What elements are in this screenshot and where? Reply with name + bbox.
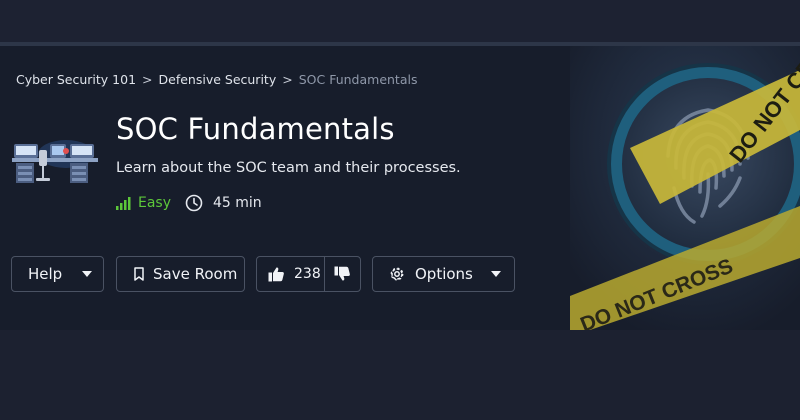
breadcrumb-separator: > bbox=[142, 72, 153, 87]
dislike-button[interactable] bbox=[325, 257, 360, 291]
bookmark-icon bbox=[134, 267, 144, 281]
duration-label: 45 min bbox=[213, 195, 262, 211]
fingerprint-magnifier-icon: DO NOT CROSS DO NOT CROSS bbox=[570, 46, 800, 330]
breadcrumb-cyber-security-101[interactable]: Cyber Security 101 bbox=[16, 72, 136, 87]
breadcrumb-defensive-security[interactable]: Defensive Security bbox=[159, 72, 277, 87]
room-meta: Easy 45 min bbox=[116, 194, 262, 212]
save-room-label: Save Room bbox=[153, 265, 238, 283]
page-title: SOC Fundamentals bbox=[116, 112, 395, 146]
breadcrumb-current: SOC Fundamentals bbox=[298, 72, 418, 87]
help-label: Help bbox=[28, 265, 63, 283]
difficulty-label: Easy bbox=[138, 195, 172, 211]
options-button[interactable]: Options bbox=[372, 256, 515, 292]
signal-bars-icon bbox=[116, 197, 131, 210]
thumbs-up-icon bbox=[268, 267, 284, 282]
save-room-button[interactable]: Save Room bbox=[116, 256, 245, 292]
vote-group: 238 bbox=[256, 256, 361, 292]
room-description: Learn about the SOC team and their proce… bbox=[116, 160, 461, 176]
chevron-down-icon bbox=[82, 271, 93, 277]
options-label: Options bbox=[415, 265, 473, 283]
chevron-down-icon bbox=[490, 271, 501, 277]
breadcrumb-separator: > bbox=[282, 72, 293, 87]
top-navigation-bar bbox=[0, 0, 800, 42]
thumbs-down-icon bbox=[334, 266, 350, 281]
like-count: 238 bbox=[294, 266, 321, 282]
clock-icon bbox=[185, 194, 203, 212]
help-button[interactable]: Help bbox=[11, 256, 104, 292]
gear-icon bbox=[390, 267, 404, 281]
like-button[interactable]: 238 bbox=[257, 257, 325, 291]
page-body bbox=[0, 330, 800, 420]
breadcrumb: Cyber Security 101 > Defensive Security … bbox=[16, 72, 417, 87]
soc-workstation-icon bbox=[12, 140, 98, 183]
